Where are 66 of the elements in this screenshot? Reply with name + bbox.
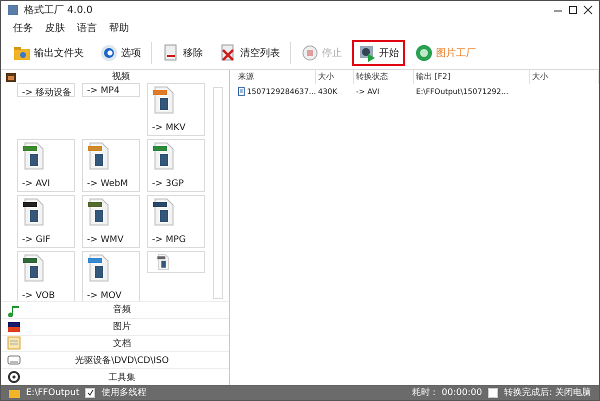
file-icon bbox=[238, 86, 245, 96]
checkbox[interactable] bbox=[488, 388, 498, 398]
tools-icon bbox=[7, 370, 21, 384]
folder-icon bbox=[13, 44, 31, 62]
picture-icon bbox=[7, 320, 21, 334]
format-tile[interactable]: -> MOV bbox=[82, 251, 140, 301]
category-item[interactable]: 光驱设备\DVD\CD\ISO bbox=[21, 354, 223, 367]
folder-icon bbox=[9, 388, 20, 398]
video-file-icon bbox=[87, 198, 109, 226]
column-header[interactable]: 大小 bbox=[530, 70, 599, 84]
video-file-icon bbox=[152, 86, 174, 114]
video-file-icon bbox=[22, 142, 44, 170]
checkbox-label: 使用多线程 bbox=[101, 386, 146, 399]
column-header[interactable]: 来源 bbox=[236, 70, 316, 84]
document-icon bbox=[7, 336, 21, 350]
menu-item[interactable]: 任务 bbox=[13, 21, 33, 35]
video-file-icon bbox=[87, 254, 109, 282]
category-item[interactable]: 文档 bbox=[21, 336, 223, 350]
toolbar-button[interactable]: 移除 bbox=[156, 40, 209, 66]
toolbar-button[interactable]: 清空列表 bbox=[213, 40, 286, 66]
disc-drive-icon bbox=[7, 353, 21, 368]
format-tile[interactable]: -> MPG bbox=[147, 195, 205, 248]
video-file-icon bbox=[87, 142, 109, 170]
menu-item[interactable]: 语言 bbox=[77, 21, 97, 35]
menu-item[interactable]: 皮肤 bbox=[45, 21, 65, 35]
elapsed-time: 00:00:00 bbox=[442, 388, 482, 398]
film-icon bbox=[5, 70, 17, 82]
checkbox-label: 转换完成后: 关闭电脑 bbox=[504, 386, 591, 399]
toolbar-button[interactable]: 选项 bbox=[94, 40, 147, 66]
maximize-icon[interactable] bbox=[568, 5, 578, 15]
format-tile[interactable]: -> AVI bbox=[17, 139, 75, 192]
output-path: E:\FFOutput bbox=[26, 388, 80, 398]
menu-item[interactable]: 帮助 bbox=[109, 21, 129, 35]
close-icon[interactable] bbox=[583, 5, 593, 15]
format-tile[interactable]: -> VOB bbox=[17, 251, 75, 301]
window-title: 格式工厂 4.0.0 bbox=[24, 4, 94, 17]
format-tile[interactable]: -> WebM bbox=[82, 139, 140, 192]
format-tile[interactable]: -> GIF bbox=[17, 195, 75, 248]
category-item[interactable]: 图片 bbox=[21, 320, 223, 334]
gear-icon bbox=[100, 44, 118, 62]
toolbar-button[interactable]: 输出文件夹 bbox=[7, 40, 90, 66]
format-tile[interactable]: -> MKV bbox=[147, 83, 205, 136]
category-item[interactable]: 工具集 bbox=[21, 370, 223, 384]
format-tile[interactable]: -> MP4 bbox=[82, 83, 140, 97]
play-icon bbox=[358, 44, 376, 62]
video-file-icon bbox=[152, 198, 174, 226]
category-header: 视频 bbox=[111, 70, 131, 83]
format-tile[interactable]: -> 3GP bbox=[147, 139, 205, 192]
document-x-icon bbox=[219, 44, 237, 62]
scrollbar[interactable] bbox=[213, 87, 223, 299]
format-tile[interactable]: -> 移动设备 bbox=[17, 83, 75, 97]
format-tile[interactable] bbox=[147, 251, 205, 273]
toolbar-button[interactable]: 开始 bbox=[352, 40, 405, 66]
globe-icon bbox=[415, 44, 433, 62]
video-file-icon bbox=[152, 142, 174, 170]
stop-icon bbox=[301, 44, 319, 62]
checkbox[interactable] bbox=[85, 388, 96, 398]
column-header[interactable]: 输出 [F2] bbox=[414, 70, 530, 84]
column-header[interactable]: 转换状态 bbox=[354, 70, 414, 84]
video-file-icon bbox=[22, 254, 44, 282]
video-file-icon bbox=[22, 198, 44, 226]
column-header[interactable]: 大小 bbox=[316, 70, 354, 84]
format-tile[interactable]: -> WMV bbox=[82, 195, 140, 248]
category-item[interactable]: 音频 bbox=[21, 303, 223, 316]
app-icon bbox=[7, 4, 19, 16]
elapsed-label: 耗时 : bbox=[412, 386, 436, 399]
